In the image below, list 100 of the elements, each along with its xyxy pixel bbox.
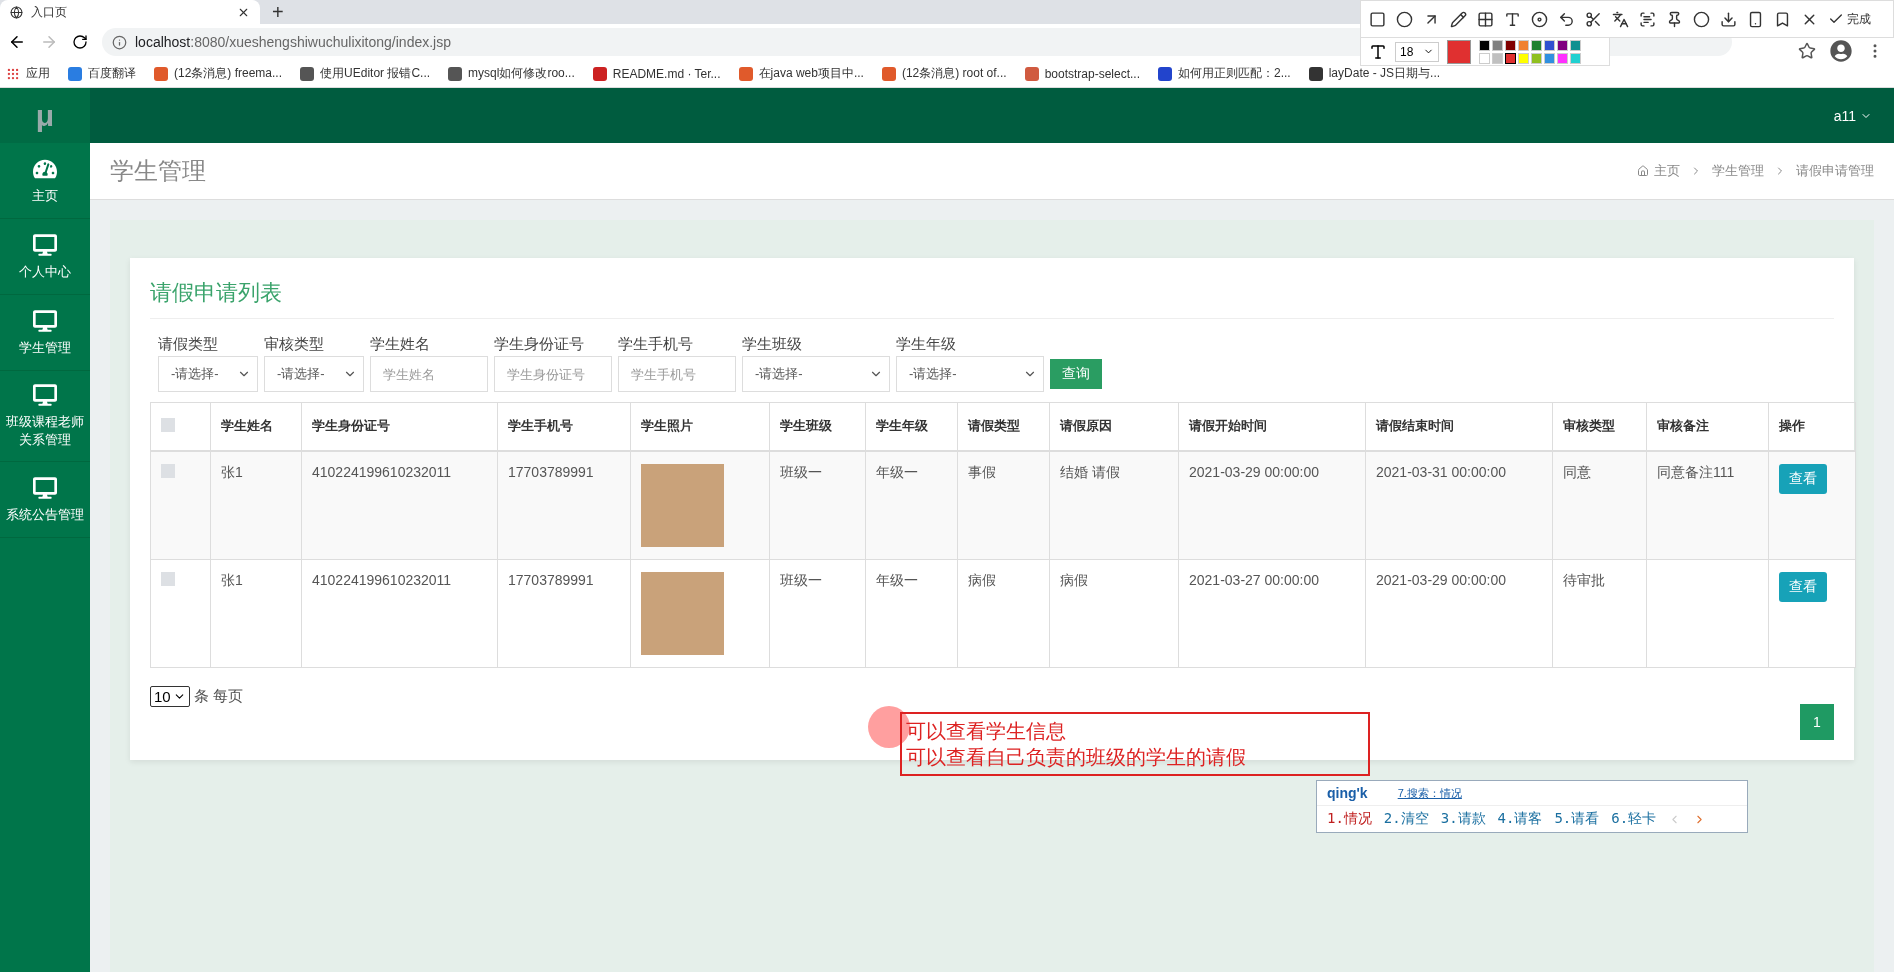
column-header: 学生照片 [630, 402, 770, 451]
table-cell: 班级一 [769, 559, 866, 667]
new-tab-button[interactable]: + [260, 0, 296, 24]
table-cell: 2021-03-29 00:00:00 [1365, 559, 1553, 667]
filter-input[interactable]: 学生姓名 [370, 356, 488, 392]
column-header: 学生班级 [769, 402, 866, 451]
favicon-icon [1158, 66, 1172, 81]
bookmark-item[interactable]: mysql如何修改roo... [448, 65, 575, 82]
ime-candidate[interactable]: 2.清空 [1383, 810, 1429, 828]
table-cell: 410224199610232011 [301, 450, 498, 559]
record-icon[interactable] [1693, 10, 1710, 28]
filter-select[interactable]: -请选择- [264, 356, 364, 392]
translate-icon[interactable] [1612, 10, 1629, 28]
ime-candidate[interactable]: 5.请看 [1554, 810, 1600, 828]
table-cell: 17703789991 [497, 450, 631, 559]
table-cell: 待审批 [1552, 559, 1647, 667]
pencil-icon[interactable] [1450, 10, 1467, 28]
bookmark-item[interactable]: 使用UEditor 报错C... [300, 65, 431, 82]
filter-label: 学生班级 [742, 335, 803, 354]
pin-icon[interactable] [1666, 10, 1683, 28]
table-cell: 结婚 请假 [1049, 450, 1179, 559]
checkbox[interactable] [161, 463, 175, 478]
bookmark-item[interactable]: 百度翻译 [68, 65, 136, 82]
bookmark-item[interactable]: bootstrap-select... [1024, 66, 1140, 81]
bookmark-item[interactable]: 在java web项目中... [738, 65, 864, 82]
page-button[interactable]: 1 [1800, 703, 1834, 740]
column-header: 请假结束时间 [1365, 402, 1553, 451]
current-color-swatch[interactable] [1447, 39, 1472, 64]
filter-select[interactable]: -请选择- [896, 356, 1044, 392]
table-cell: 张1 [210, 450, 302, 559]
page-title: 学生管理 [110, 156, 206, 186]
undo-icon[interactable] [1558, 10, 1575, 28]
column-header: 审核类型 [1552, 402, 1647, 451]
rectangle-icon[interactable] [1369, 10, 1386, 28]
page-size-label: 条 每页 [193, 686, 243, 706]
breadcrumb-link[interactable]: 主页 [1637, 162, 1680, 180]
column-header: 学生姓名 [210, 402, 302, 451]
bookmark-item[interactable]: (12条消息) root of... [881, 65, 1007, 82]
filter-label: 审核类型 [264, 335, 325, 354]
filter-select[interactable]: -请选择- [742, 356, 890, 392]
filter-input[interactable]: 学生身份证号 [494, 356, 612, 392]
favicon-icon [448, 66, 463, 81]
scissors-icon[interactable] [1585, 10, 1602, 28]
monitor-icon [33, 308, 57, 333]
reload-icon[interactable] [72, 34, 88, 50]
circle-icon[interactable] [1396, 10, 1413, 28]
breadcrumb-link[interactable]: 请假申请管理 [1796, 162, 1874, 180]
bookmark-item[interactable]: 应用 [6, 65, 50, 82]
apps-icon [6, 66, 20, 81]
checkbox[interactable] [161, 571, 175, 586]
bookmark-item[interactable]: (12条消息) freema... [154, 65, 283, 82]
bookmark-item[interactable]: README.md · Ter... [592, 66, 721, 81]
page-size-select[interactable]: 10 [150, 685, 190, 707]
ime-candidate[interactable]: 3.请款 [1440, 810, 1486, 828]
user-menu[interactable]: a11 [1833, 107, 1872, 124]
text-tool-icon[interactable] [1504, 10, 1521, 28]
download-icon[interactable] [1720, 10, 1737, 28]
font-size-select[interactable]: 18 [1395, 41, 1440, 62]
table-cell: 张1 [210, 559, 302, 667]
back-icon[interactable] [8, 33, 26, 51]
filter-select[interactable]: -请选择- [158, 356, 258, 392]
bookmark-item[interactable]: 如何用正则匹配：2... [1158, 65, 1291, 82]
filter-label: 学生姓名 [370, 335, 431, 354]
table-cell: 年级一 [865, 450, 958, 559]
browser-tab[interactable]: 入口页 [0, 0, 260, 24]
breadcrumb-link[interactable]: 学生管理 [1712, 162, 1764, 180]
table-cell: 病假 [957, 559, 1050, 667]
column-header: 请假原因 [1049, 402, 1179, 451]
table-cell: 事假 [957, 450, 1050, 559]
info-icon [112, 34, 127, 50]
color-swatch[interactable] [1505, 52, 1517, 64]
bookmark-icon[interactable] [1774, 10, 1791, 28]
filter-input[interactable]: 学生手机号 [618, 356, 736, 392]
mosaic-icon[interactable] [1477, 10, 1494, 28]
ime-candidate[interactable]: 6.轻卡 [1611, 810, 1657, 828]
ime-search-link[interactable]: 7.搜索：情况 [1397, 785, 1462, 801]
phone-icon[interactable] [1747, 10, 1764, 28]
column-header: 学生年级 [865, 402, 958, 451]
table-cell: 410224199610232011 [301, 559, 498, 667]
star-icon[interactable] [1798, 42, 1816, 60]
favicon-icon [881, 66, 896, 81]
ime-candidate[interactable]: 1.情况 [1327, 810, 1372, 828]
column-header: 操作 [1768, 402, 1856, 451]
globe-icon [10, 5, 23, 19]
favicon-icon [1308, 66, 1323, 81]
done-button[interactable]: 完成 [1828, 10, 1871, 28]
ime-candidate[interactable]: 4.请客 [1497, 810, 1543, 828]
table-cell: 年级一 [865, 559, 958, 667]
number-icon[interactable] [1531, 10, 1548, 28]
monitor-icon [33, 232, 57, 257]
avatar-icon[interactable] [1830, 40, 1852, 62]
ocr-icon[interactable] [1639, 10, 1656, 28]
table-cell: 2021-03-27 00:00:00 [1178, 559, 1366, 667]
column-header: 请假开始时间 [1178, 402, 1366, 451]
monitor-icon [33, 475, 57, 500]
favicon-icon [1024, 66, 1039, 81]
bookmark-item[interactable]: layDate - JS日期与... [1308, 65, 1441, 82]
logo: μ [0, 88, 90, 143]
checkbox[interactable] [161, 417, 175, 432]
column-header: 审核备注 [1646, 402, 1769, 451]
